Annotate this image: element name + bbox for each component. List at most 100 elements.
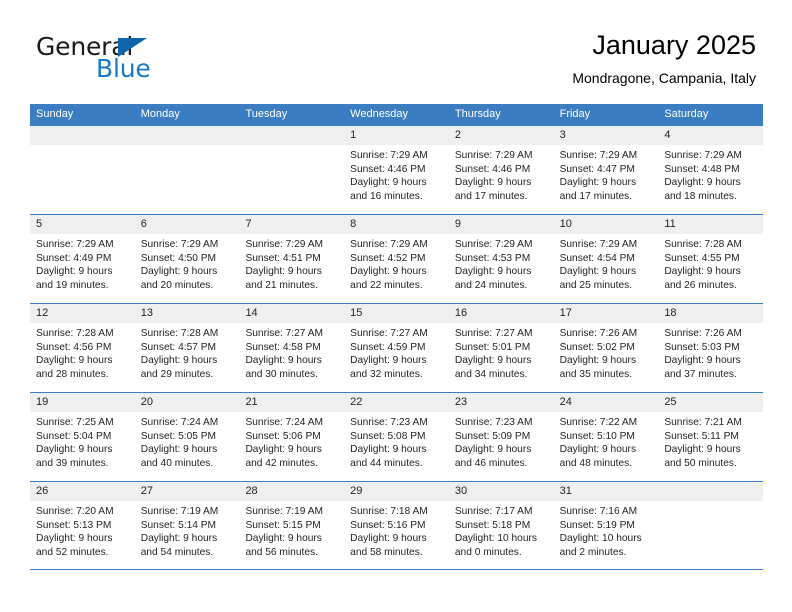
daylight-text: and 58 minutes.	[350, 546, 423, 558]
sunset-text: Sunset: 4:48 PM	[664, 163, 740, 175]
day-details	[30, 145, 135, 149]
calendar-day-cell[interactable]: 20 Sunrise: 7:24 AM Sunset: 5:05 PM Dayligh…	[134, 393, 240, 481]
daylight-text: and 2 minutes.	[559, 546, 627, 558]
day-number	[134, 126, 240, 145]
calendar-day-cell[interactable]: 6 Sunrise: 7:29 AM Sunset: 4:50 PM Daylight…	[134, 215, 240, 303]
daylight-text: and 48 minutes.	[559, 457, 633, 469]
calendar-day-cell[interactable]: 27 Sunrise: 7:19 AM Sunset: 5:14 PM Dayligh…	[134, 482, 240, 569]
day-number: 4	[658, 126, 764, 145]
sunset-text: Sunset: 4:46 PM	[350, 163, 426, 175]
calendar-day-cell[interactable]: 4 Sunrise: 7:29 AM Sunset: 4:48 PM Daylight…	[658, 126, 764, 214]
sunset-text: Sunset: 4:57 PM	[140, 341, 217, 353]
sunrise-text: Sunrise: 7:29 AM	[350, 239, 428, 250]
calendar-day-cell[interactable]: 24 Sunrise: 7:22 AM Sunset: 5:10 PM Dayligh…	[553, 393, 659, 481]
day-number: 25	[658, 393, 764, 412]
calendar-day-cell[interactable]: 11 Sunrise: 7:28 AM Sunset: 4:55 PM Dayligh…	[658, 215, 764, 303]
general-blue-logo[interactable]: General Blue	[36, 34, 256, 90]
calendar-day-cell[interactable]: 16 Sunrise: 7:27 AM Sunset: 5:01 PM Dayligh…	[448, 304, 554, 392]
day-details: Sunrise: 7:29 AM Sunset: 4:48 PM Daylight:…	[658, 145, 763, 203]
calendar-day-cell[interactable]: 3 Sunrise: 7:29 AM Sunset: 4:47 PM Daylight…	[553, 126, 659, 214]
sunrise-text: Sunrise: 7:29 AM	[559, 150, 638, 161]
day-details: Sunrise: 7:29 AM Sunset: 4:46 PM Daylight:…	[449, 145, 554, 203]
day-number: 13	[134, 304, 240, 323]
daylight-text: and 39 minutes.	[36, 457, 109, 469]
calendar-day-cell[interactable]: 28 Sunrise: 7:19 AM Sunset: 5:15 PM Dayligh…	[239, 482, 345, 569]
daylight-text: and 44 minutes.	[350, 457, 423, 469]
calendar-day-cell[interactable]: 17 Sunrise: 7:26 AM Sunset: 5:02 PM Dayligh…	[553, 304, 659, 392]
daylight-text: and 25 minutes.	[559, 279, 633, 291]
day-number: 11	[658, 215, 764, 234]
calendar-day-cell[interactable]: 13 Sunrise: 7:28 AM Sunset: 4:57 PM Dayligh…	[134, 304, 240, 392]
sunset-text: Sunset: 5:05 PM	[140, 430, 217, 442]
daylight-text: Daylight: 9 hours	[454, 355, 532, 367]
daylight-text: Daylight: 9 hours	[350, 533, 427, 545]
day-details: Sunrise: 7:29 AM Sunset: 4:49 PM Daylight:…	[30, 234, 135, 292]
day-details: Sunrise: 7:29 AM Sunset: 4:46 PM Daylight:…	[344, 145, 449, 203]
calendar-day-cell[interactable]: 22 Sunrise: 7:23 AM Sunset: 5:08 PM Dayligh…	[344, 393, 449, 481]
day-details: Sunrise: 7:20 AM Sunset: 5:13 PM Daylight:…	[30, 501, 135, 559]
daylight-text: and 34 minutes.	[454, 368, 528, 380]
calendar-day-cell[interactable]: 19 Sunrise: 7:25 AM Sunset: 5:04 PM Dayligh…	[30, 393, 135, 481]
calendar-day-cell[interactable]: 8 Sunrise: 7:29 AM Sunset: 4:52 PM Daylight…	[344, 215, 449, 303]
day-number: 9	[448, 215, 554, 234]
calendar-page: General Blue January 2025 Mondragone, Ca…	[0, 0, 792, 612]
day-details: Sunrise: 7:29 AM Sunset: 4:47 PM Daylight:…	[554, 145, 659, 203]
calendar-day-cell[interactable]: 2 Sunrise: 7:29 AM Sunset: 4:46 PM Daylight…	[448, 126, 554, 214]
calendar-day-cell[interactable]: 15 Sunrise: 7:27 AM Sunset: 4:59 PM Dayligh…	[344, 304, 449, 392]
weekday-header-sunday: Sunday	[36, 108, 74, 120]
daylight-text: Daylight: 9 hours	[559, 266, 637, 278]
day-number: 6	[134, 215, 240, 234]
sunrise-text: Sunrise: 7:28 AM	[36, 328, 114, 339]
calendar-day-cell[interactable]: 26 Sunrise: 7:20 AM Sunset: 5:13 PM Dayligh…	[30, 482, 135, 569]
calendar-day-cell[interactable]: 30 Sunrise: 7:17 AM Sunset: 5:18 PM Dayligh…	[448, 482, 554, 569]
daylight-text: Daylight: 9 hours	[559, 444, 637, 456]
calendar-day-cell[interactable]: 14 Sunrise: 7:27 AM Sunset: 4:58 PM Dayligh…	[239, 304, 345, 392]
weekday-header-tuesday: Tuesday	[245, 108, 288, 120]
daylight-text: and 29 minutes.	[140, 368, 214, 380]
sunrise-text: Sunrise: 7:29 AM	[36, 239, 114, 250]
calendar-day-cell[interactable]: 25 Sunrise: 7:21 AM Sunset: 5:11 PM Dayligh…	[658, 393, 764, 481]
daylight-text: Daylight: 9 hours	[36, 533, 113, 545]
daylight-text: and 21 minutes.	[245, 279, 318, 291]
calendar-day-cell[interactable]: 21 Sunrise: 7:24 AM Sunset: 5:06 PM Dayligh…	[239, 393, 345, 481]
sunset-text: Sunset: 4:56 PM	[36, 341, 112, 353]
daylight-text: and 56 minutes.	[245, 546, 318, 558]
daylight-text: Daylight: 9 hours	[350, 444, 427, 456]
calendar-day-cell[interactable]: 23 Sunrise: 7:23 AM Sunset: 5:09 PM Dayligh…	[448, 393, 554, 481]
page-title: January 2025	[592, 30, 756, 60]
day-details	[135, 145, 240, 149]
day-number: 22	[344, 393, 449, 412]
calendar-day-cell[interactable]: 7 Sunrise: 7:29 AM Sunset: 4:51 PM Daylight…	[239, 215, 345, 303]
day-details: Sunrise: 7:27 AM Sunset: 4:58 PM Daylight:…	[239, 323, 344, 381]
calendar-day-cell[interactable]: 1 Sunrise: 7:29 AM Sunset: 4:46 PM Daylight…	[344, 126, 449, 214]
daylight-text: and 35 minutes.	[559, 368, 633, 380]
calendar-day-cell[interactable]: 5 Sunrise: 7:29 AM Sunset: 4:49 PM Daylight…	[30, 215, 135, 303]
calendar-day-cell[interactable]: 12 Sunrise: 7:28 AM Sunset: 4:56 PM Dayligh…	[30, 304, 135, 392]
calendar-day-cell-empty	[30, 126, 135, 214]
day-details	[658, 501, 763, 505]
daylight-text: Daylight: 9 hours	[664, 266, 741, 278]
sunrise-text: Sunrise: 7:24 AM	[140, 417, 219, 428]
sunset-text: Sunset: 5:11 PM	[664, 430, 739, 442]
calendar-week-row: 19 Sunrise: 7:25 AM Sunset: 5:04 PM Dayligh…	[30, 392, 764, 481]
sunset-text: Sunset: 5:09 PM	[454, 430, 531, 442]
daylight-text: and 40 minutes.	[140, 457, 214, 469]
daylight-text: and 24 minutes.	[454, 279, 528, 291]
sunrise-text: Sunrise: 7:18 AM	[350, 506, 428, 517]
calendar-day-cell[interactable]: 18 Sunrise: 7:26 AM Sunset: 5:03 PM Dayligh…	[658, 304, 764, 392]
calendar-day-cell[interactable]: 10 Sunrise: 7:29 AM Sunset: 4:54 PM Dayligh…	[553, 215, 659, 303]
sunrise-text: Sunrise: 7:26 AM	[559, 328, 638, 339]
daylight-text: and 17 minutes.	[559, 190, 633, 202]
day-number: 20	[134, 393, 240, 412]
day-details: Sunrise: 7:19 AM Sunset: 5:15 PM Daylight:…	[239, 501, 344, 559]
daylight-text: and 18 minutes.	[664, 190, 737, 202]
calendar-day-cell[interactable]: 9 Sunrise: 7:29 AM Sunset: 4:53 PM Daylight…	[448, 215, 554, 303]
sunrise-text: Sunrise: 7:27 AM	[245, 328, 324, 339]
day-number: 18	[658, 304, 764, 323]
sunrise-text: Sunrise: 7:19 AM	[245, 506, 324, 517]
calendar-week-row: 12 Sunrise: 7:28 AM Sunset: 4:56 PM Dayligh…	[30, 303, 764, 392]
calendar-day-cell[interactable]: 31 Sunrise: 7:16 AM Sunset: 5:19 PM Dayligh…	[553, 482, 659, 569]
calendar-day-cell[interactable]: 29 Sunrise: 7:18 AM Sunset: 5:16 PM Dayligh…	[344, 482, 449, 569]
daylight-text: Daylight: 9 hours	[36, 444, 113, 456]
sunset-text: Sunset: 4:46 PM	[454, 163, 531, 175]
